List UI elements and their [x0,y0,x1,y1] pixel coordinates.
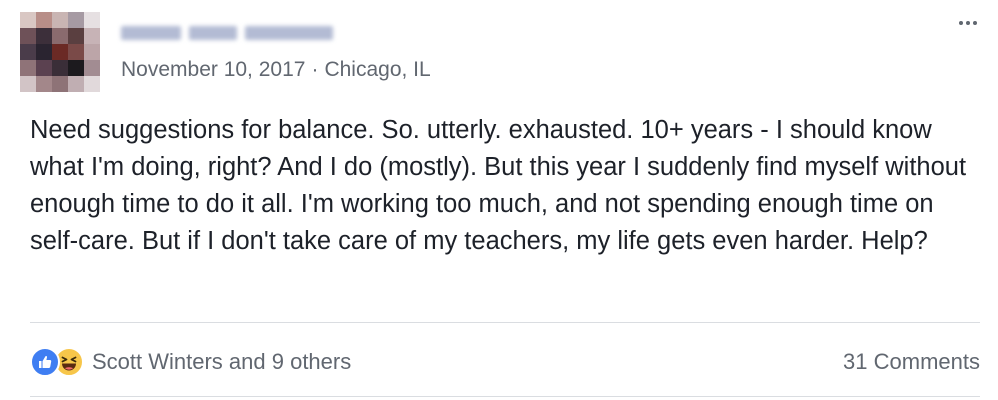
divider [30,322,980,323]
post-location[interactable]: Chicago, IL [324,58,430,81]
comments-link[interactable]: 31 Comments [843,349,980,375]
more-options-icon[interactable] [956,14,980,32]
author-name-redacted[interactable] [121,22,347,44]
facebook-post: November 10, 2017 · Chicago, IL Need sugge… [0,0,998,400]
like-icon [30,347,60,377]
divider [30,396,980,397]
avatar[interactable] [20,12,100,92]
reactions-summary[interactable]: Scott Winters and 9 others [30,346,351,378]
post-date[interactable]: November 10, 2017 [121,58,305,81]
post-text: Need suggestions for balance. So. utterl… [30,116,967,255]
meta-separator: · [311,58,319,81]
reaction-summary-text[interactable]: Scott Winters and 9 others [92,349,351,375]
post-meta: November 10, 2017 · Chicago, IL [121,58,431,82]
